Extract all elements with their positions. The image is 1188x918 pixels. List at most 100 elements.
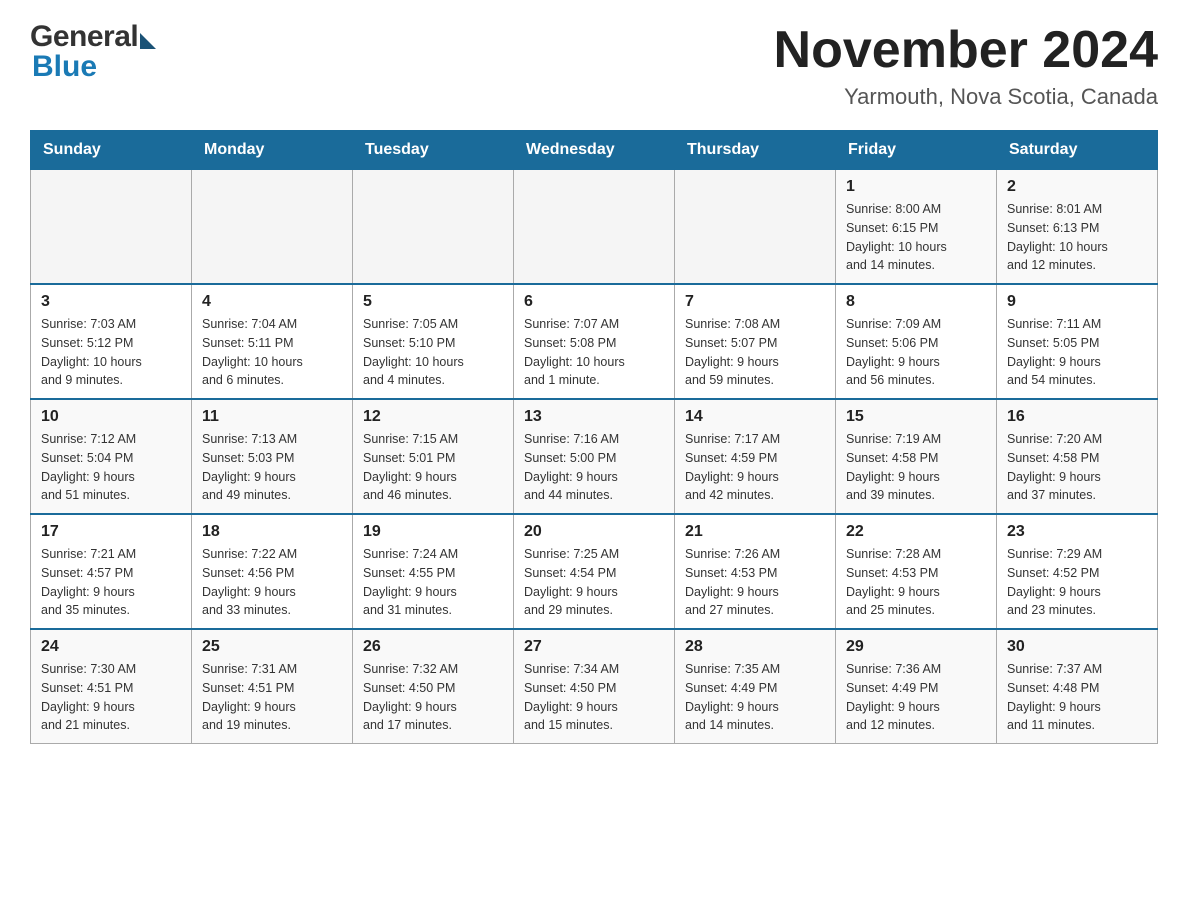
day-number: 17 — [41, 523, 181, 541]
day-number: 13 — [524, 408, 664, 426]
weekday-header-tuesday: Tuesday — [353, 131, 514, 170]
day-number: 11 — [202, 408, 342, 426]
calendar-cell: 7 Sunrise: 7:08 AM Sunset: 5:07 PM Daylig… — [675, 284, 836, 399]
calendar-cell: 28Sunrise: 7:35 AM Sunset: 4:49 PM Dayli… — [675, 629, 836, 744]
day-number: 15 — [846, 408, 986, 426]
day-info: Sunrise: 7:21 AM Sunset: 4:57 PM Dayligh… — [41, 545, 181, 620]
calendar-cell: 27 Sunrise: 7:34 AM Sunset: 4:50 PM Dayli… — [514, 629, 675, 744]
day-number: 26 — [363, 638, 503, 656]
day-number: 28 — [685, 638, 825, 656]
day-number: 1 — [846, 178, 986, 196]
calendar-cell — [514, 170, 675, 285]
calendar-cell: 18 Sunrise: 7:22 AM Sunset: 4:56 PM Dayli… — [192, 514, 353, 629]
day-info: Sunrise: 7:20 AM Sunset: 4:58 PM Dayligh… — [1007, 430, 1147, 505]
calendar-cell: 3 Sunrise: 7:03 AM Sunset: 5:12 PM Daylig… — [31, 284, 192, 399]
logo-chevron-icon — [140, 33, 156, 49]
calendar-cell: 9Sunrise: 7:11 AM Sunset: 5:05 PM Daylig… — [997, 284, 1158, 399]
calendar-cell: 21 Sunrise: 7:26 AM Sunset: 4:53 PM Dayli… — [675, 514, 836, 629]
location-subtitle: Yarmouth, Nova Scotia, Canada — [774, 84, 1158, 110]
day-info: Sunrise: 7:07 AM Sunset: 5:08 PM Dayligh… — [524, 315, 664, 390]
day-info: Sunrise: 7:17 AM Sunset: 4:59 PM Dayligh… — [685, 430, 825, 505]
calendar-cell: 15 Sunrise: 7:19 AM Sunset: 4:58 PM Dayli… — [836, 399, 997, 514]
calendar-cell: 16 Sunrise: 7:20 AM Sunset: 4:58 PM Dayli… — [997, 399, 1158, 514]
calendar-cell: 2 Sunrise: 8:01 AM Sunset: 6:13 PM Daylig… — [997, 170, 1158, 285]
day-number: 19 — [363, 523, 503, 541]
day-info: Sunrise: 7:12 AM Sunset: 5:04 PM Dayligh… — [41, 430, 181, 505]
day-info: Sunrise: 7:15 AM Sunset: 5:01 PM Dayligh… — [363, 430, 503, 505]
title-section: November 2024 Yarmouth, Nova Scotia, Can… — [774, 20, 1158, 110]
day-number: 2 — [1007, 178, 1147, 196]
weekday-header-friday: Friday — [836, 131, 997, 170]
calendar-table: SundayMondayTuesdayWednesdayThursdayFrid… — [30, 130, 1158, 744]
weekday-header-saturday: Saturday — [997, 131, 1158, 170]
day-info: Sunrise: 7:19 AM Sunset: 4:58 PM Dayligh… — [846, 430, 986, 505]
day-number: 6 — [524, 293, 664, 311]
day-number: 7 — [685, 293, 825, 311]
calendar-cell: 1 Sunrise: 8:00 AM Sunset: 6:15 PM Daylig… — [836, 170, 997, 285]
day-info: Sunrise: 7:34 AM Sunset: 4:50 PM Dayligh… — [524, 660, 664, 735]
week-row-2: 3 Sunrise: 7:03 AM Sunset: 5:12 PM Daylig… — [31, 284, 1158, 399]
day-number: 24 — [41, 638, 181, 656]
calendar-cell: 23Sunrise: 7:29 AM Sunset: 4:52 PM Dayli… — [997, 514, 1158, 629]
day-info: Sunrise: 7:37 AM Sunset: 4:48 PM Dayligh… — [1007, 660, 1147, 735]
day-info: Sunrise: 7:32 AM Sunset: 4:50 PM Dayligh… — [363, 660, 503, 735]
day-number: 16 — [1007, 408, 1147, 426]
calendar-cell — [675, 170, 836, 285]
week-row-5: 24 Sunrise: 7:30 AM Sunset: 4:51 PM Dayli… — [31, 629, 1158, 744]
day-info: Sunrise: 7:24 AM Sunset: 4:55 PM Dayligh… — [363, 545, 503, 620]
calendar-cell: 4 Sunrise: 7:04 AM Sunset: 5:11 PM Daylig… — [192, 284, 353, 399]
calendar-cell: 22Sunrise: 7:28 AM Sunset: 4:53 PM Dayli… — [836, 514, 997, 629]
weekday-header-monday: Monday — [192, 131, 353, 170]
calendar-cell: 20Sunrise: 7:25 AM Sunset: 4:54 PM Dayli… — [514, 514, 675, 629]
day-number: 4 — [202, 293, 342, 311]
day-info: Sunrise: 7:04 AM Sunset: 5:11 PM Dayligh… — [202, 315, 342, 390]
day-number: 8 — [846, 293, 986, 311]
day-number: 5 — [363, 293, 503, 311]
day-number: 30 — [1007, 638, 1147, 656]
weekday-header-thursday: Thursday — [675, 131, 836, 170]
calendar-cell: 5 Sunrise: 7:05 AM Sunset: 5:10 PM Daylig… — [353, 284, 514, 399]
calendar-cell — [192, 170, 353, 285]
day-number: 21 — [685, 523, 825, 541]
day-number: 27 — [524, 638, 664, 656]
day-info: Sunrise: 7:31 AM Sunset: 4:51 PM Dayligh… — [202, 660, 342, 735]
calendar-cell: 19 Sunrise: 7:24 AM Sunset: 4:55 PM Dayli… — [353, 514, 514, 629]
day-info: Sunrise: 8:01 AM Sunset: 6:13 PM Dayligh… — [1007, 200, 1147, 275]
calendar-cell — [353, 170, 514, 285]
day-info: Sunrise: 7:03 AM Sunset: 5:12 PM Dayligh… — [41, 315, 181, 390]
logo-text-blue: Blue — [32, 50, 97, 83]
day-info: Sunrise: 7:22 AM Sunset: 4:56 PM Dayligh… — [202, 545, 342, 620]
day-info: Sunrise: 7:05 AM Sunset: 5:10 PM Dayligh… — [363, 315, 503, 390]
calendar-cell: 24 Sunrise: 7:30 AM Sunset: 4:51 PM Dayli… — [31, 629, 192, 744]
day-info: Sunrise: 7:25 AM Sunset: 4:54 PM Dayligh… — [524, 545, 664, 620]
day-number: 25 — [202, 638, 342, 656]
weekday-header-row: SundayMondayTuesdayWednesdayThursdayFrid… — [31, 131, 1158, 170]
logo-blue-row: Blue — [32, 50, 97, 84]
calendar-cell: 30 Sunrise: 7:37 AM Sunset: 4:48 PM Dayli… — [997, 629, 1158, 744]
weekday-header-sunday: Sunday — [31, 131, 192, 170]
calendar-cell: 26 Sunrise: 7:32 AM Sunset: 4:50 PM Dayli… — [353, 629, 514, 744]
day-info: Sunrise: 7:26 AM Sunset: 4:53 PM Dayligh… — [685, 545, 825, 620]
day-number: 29 — [846, 638, 986, 656]
calendar-cell: 29 Sunrise: 7:36 AM Sunset: 4:49 PM Dayli… — [836, 629, 997, 744]
day-info: Sunrise: 7:08 AM Sunset: 5:07 PM Dayligh… — [685, 315, 825, 390]
day-number: 18 — [202, 523, 342, 541]
day-number: 22 — [846, 523, 986, 541]
day-info: Sunrise: 7:30 AM Sunset: 4:51 PM Dayligh… — [41, 660, 181, 735]
day-number: 12 — [363, 408, 503, 426]
day-info: Sunrise: 7:16 AM Sunset: 5:00 PM Dayligh… — [524, 430, 664, 505]
month-title: November 2024 — [774, 20, 1158, 80]
week-row-3: 10 Sunrise: 7:12 AM Sunset: 5:04 PM Dayli… — [31, 399, 1158, 514]
day-number: 3 — [41, 293, 181, 311]
logo-text-general: General — [30, 20, 138, 54]
logo: General Blue — [30, 20, 156, 84]
day-info: Sunrise: 8:00 AM Sunset: 6:15 PM Dayligh… — [846, 200, 986, 275]
day-info: Sunrise: 7:09 AM Sunset: 5:06 PM Dayligh… — [846, 315, 986, 390]
week-row-4: 17 Sunrise: 7:21 AM Sunset: 4:57 PM Dayli… — [31, 514, 1158, 629]
calendar-cell — [31, 170, 192, 285]
calendar-cell: 13 Sunrise: 7:16 AM Sunset: 5:00 PM Dayli… — [514, 399, 675, 514]
page-header: General Blue November 2024 Yarmouth, Nov… — [30, 20, 1158, 110]
day-info: Sunrise: 7:36 AM Sunset: 4:49 PM Dayligh… — [846, 660, 986, 735]
day-number: 9 — [1007, 293, 1147, 311]
day-number: 10 — [41, 408, 181, 426]
